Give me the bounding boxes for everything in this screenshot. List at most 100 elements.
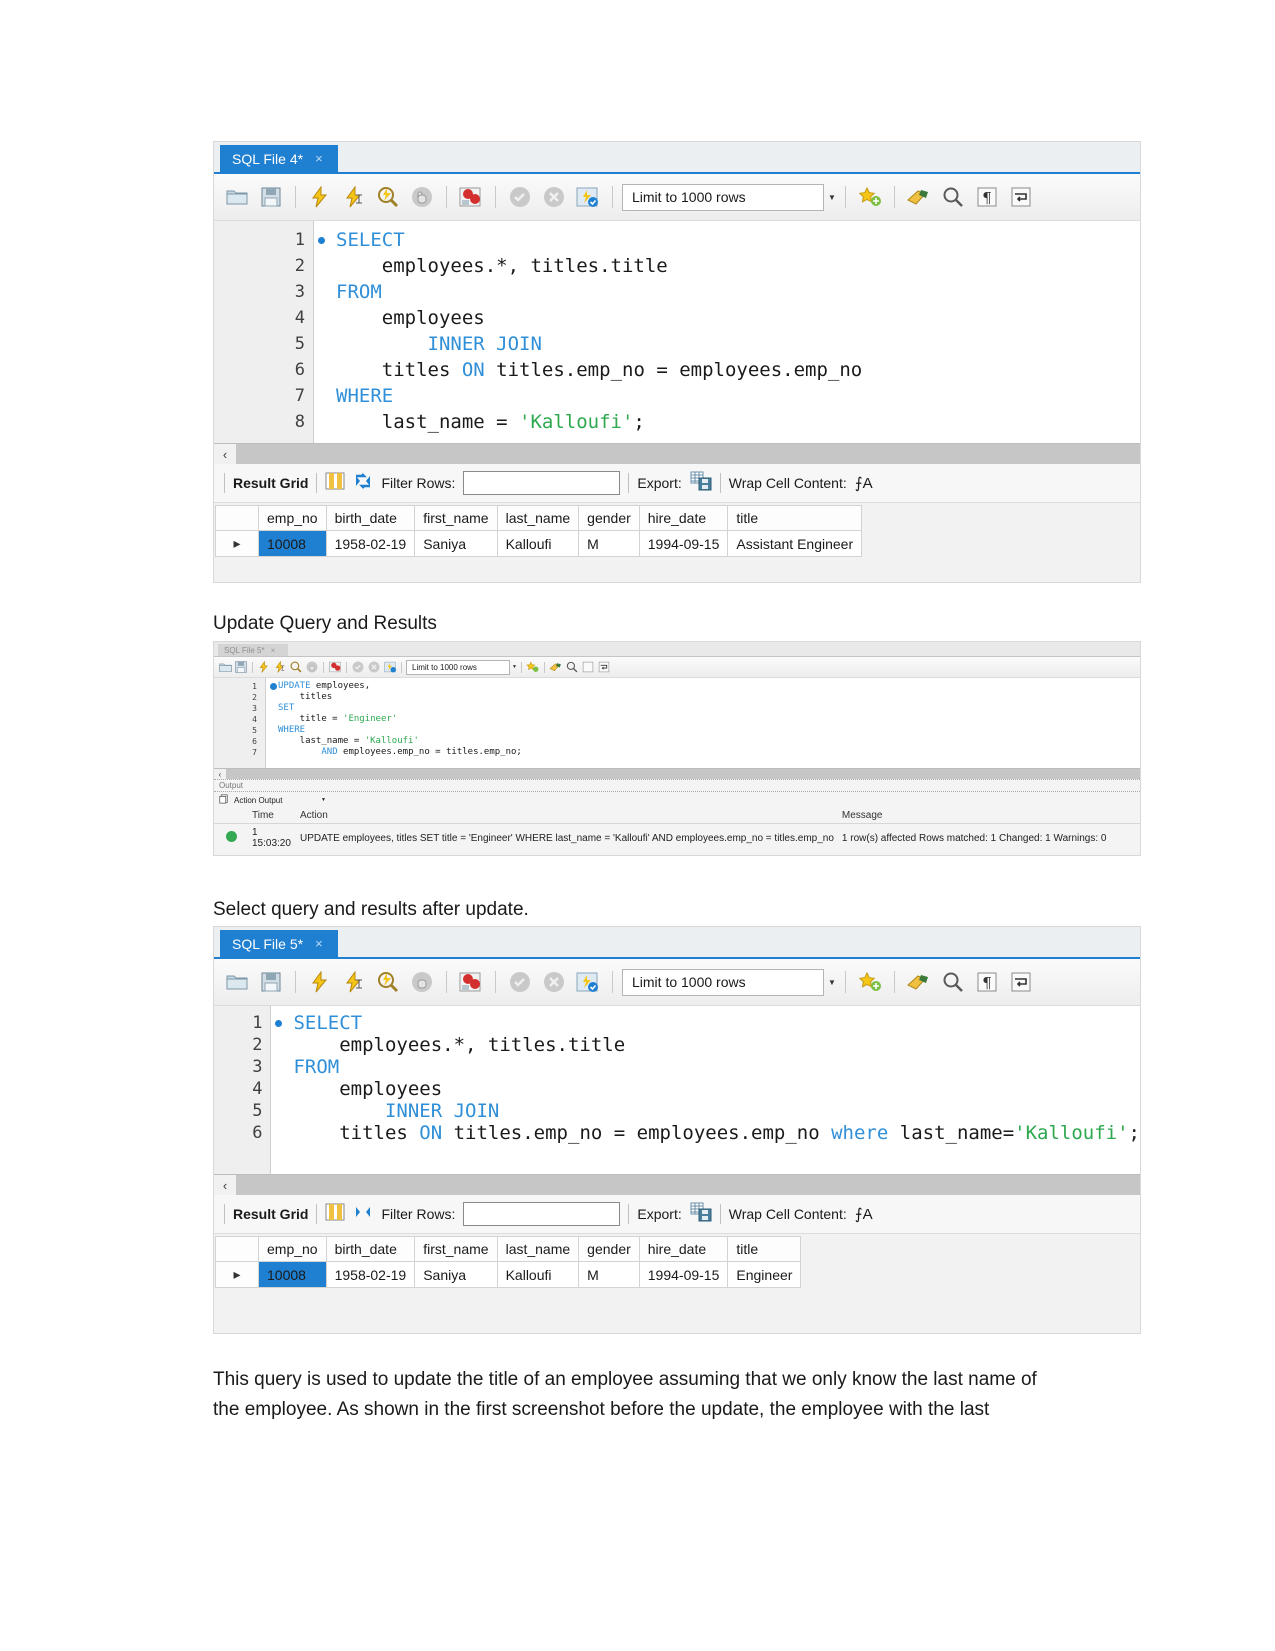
grid-view-icon[interactable] (325, 1203, 345, 1226)
grid-view-icon[interactable] (325, 472, 345, 495)
auto-commit-icon[interactable] (573, 182, 603, 212)
table-cell[interactable]: M (578, 530, 640, 557)
tab-sql-file-5[interactable]: SQL File 5* × (220, 930, 338, 957)
row-limit-dropdown[interactable]: Limit to 1000 rows (622, 968, 824, 996)
code-line[interactable]: SET (278, 703, 1140, 714)
column-header[interactable]: title (727, 505, 863, 531)
search-icon[interactable] (938, 967, 968, 997)
close-icon[interactable]: × (315, 151, 323, 166)
clear-icon[interactable] (904, 967, 934, 997)
table-cell[interactable]: 1958-02-19 (325, 1261, 416, 1288)
clear-icon[interactable] (904, 182, 934, 212)
chevron-down-icon[interactable]: ▼ (828, 978, 836, 987)
column-header[interactable]: birth_date (325, 505, 416, 531)
column-header[interactable]: gender (578, 505, 640, 531)
output-column-header[interactable]: Time (248, 808, 296, 824)
explain-icon[interactable] (373, 182, 403, 212)
close-icon[interactable]: × (315, 936, 323, 951)
scroll-left-icon[interactable]: ‹ (214, 444, 236, 464)
code-line[interactable]: employees.*, titles.title (293, 1034, 1140, 1056)
tab-sql-file-4[interactable]: SQL File 4* × (220, 145, 338, 172)
export-icon[interactable] (690, 1202, 712, 1227)
code-line[interactable]: titles ON titles.emp_no = employees.emp_… (336, 357, 1140, 383)
clear-icon[interactable] (549, 660, 563, 674)
rollback-icon[interactable] (539, 967, 569, 997)
scrollbar-track[interactable] (226, 769, 1140, 779)
editor-horizontal-scrollbar-3[interactable]: ‹ (214, 1174, 1140, 1195)
column-header[interactable]: emp_no (258, 1236, 327, 1262)
save-icon[interactable] (256, 967, 286, 997)
code-line[interactable]: last_name = 'Kalloufi' (278, 736, 1140, 747)
code-line[interactable]: employees (293, 1078, 1140, 1100)
table-row[interactable]: ▸ 10008 1958-02-19 Saniya Kalloufi M 1994-09-1… (215, 1261, 802, 1288)
column-header[interactable]: last_name (496, 505, 580, 531)
table-cell[interactable]: M (578, 1261, 640, 1288)
code-line[interactable]: AND employees.emp_no = titles.emp_no; (278, 747, 1140, 758)
column-header[interactable]: first_name (414, 1236, 498, 1262)
code-line[interactable]: FROM (336, 279, 1140, 305)
column-header[interactable]: last_name (496, 1236, 580, 1262)
column-header[interactable]: gender (578, 1236, 640, 1262)
code-line[interactable]: titles ON titles.emp_no = employees.emp_… (293, 1122, 1140, 1144)
wrap-cell-content-icon[interactable]: ⨍A (855, 474, 873, 492)
column-header[interactable]: first_name (414, 505, 498, 531)
code-line[interactable]: UPDATE employees, (278, 681, 1140, 692)
execute-icon[interactable] (305, 182, 335, 212)
table-cell[interactable]: Saniya (414, 530, 498, 557)
output-column-header[interactable]: Action (296, 808, 838, 824)
chevron-down-icon[interactable]: ▼ (512, 664, 517, 670)
scrollbar-track[interactable] (236, 444, 1140, 464)
table-cell[interactable]: 1994-09-15 (638, 1261, 729, 1288)
execute-icon[interactable] (305, 967, 335, 997)
beautify-icon[interactable] (526, 660, 540, 674)
search-icon[interactable] (565, 660, 579, 674)
save-icon[interactable] (234, 660, 248, 674)
code-line[interactable]: WHERE (336, 383, 1140, 409)
chevron-down-icon[interactable]: ▼ (828, 193, 836, 202)
sql-editor-1[interactable]: 1 2 3 4 5 6 7 8 SELECT employees.*, titles.titl… (214, 221, 1140, 443)
table-cell[interactable]: 1994-09-15 (638, 530, 729, 557)
table-cell[interactable]: 1958-02-19 (325, 530, 416, 557)
code-line[interactable]: employees (336, 305, 1140, 331)
chevron-down-icon[interactable]: ▼ (321, 797, 326, 803)
execute-current-statement-icon[interactable] (339, 182, 369, 212)
table-cell[interactable]: Engineer (727, 1261, 802, 1288)
refresh-icon[interactable] (353, 472, 373, 495)
code-line[interactable]: WHERE (278, 725, 1140, 736)
editor-horizontal-scrollbar-1[interactable]: ‹ (214, 443, 1140, 464)
save-icon[interactable] (256, 182, 286, 212)
sql-editor-3[interactable]: 123456 SELECT employees.*, titles.title F… (214, 1006, 1140, 1174)
auto-commit-icon[interactable] (573, 967, 603, 997)
sql-code-3[interactable]: SELECT employees.*, titles.title FROM emp… (271, 1006, 1140, 1174)
sql-code-2[interactable]: UPDATE employees, titles SET title = 'Eng… (266, 678, 1140, 768)
table-cell[interactable]: Kalloufi (496, 1261, 580, 1288)
code-line[interactable]: titles (278, 692, 1140, 703)
output-column-header[interactable]: Message (837, 808, 1140, 824)
open-folder-icon[interactable] (222, 182, 252, 212)
output-type-dropdown[interactable]: Action Output ▼ (234, 796, 326, 805)
output-column-header[interactable] (214, 808, 248, 824)
execute-current-statement-icon[interactable] (273, 660, 287, 674)
commit-icon[interactable] (505, 967, 535, 997)
result-grid-table-1[interactable]: emp_no birth_date first_name last_name gende… (215, 505, 863, 557)
rollback-icon[interactable] (367, 660, 381, 674)
action-output-table[interactable]: Time Action Message 1 15:03:20 UPDATE employ… (214, 808, 1140, 852)
invisible-characters-icon[interactable]: ¶ (972, 182, 1002, 212)
execute-current-statement-icon[interactable] (339, 967, 369, 997)
auto-commit-icon[interactable] (383, 660, 397, 674)
toggle-breakpoint-icon[interactable] (456, 967, 486, 997)
table-cell[interactable]: 10008 (258, 1261, 327, 1288)
filter-rows-input[interactable] (463, 471, 621, 495)
stop-icon[interactable] (305, 660, 319, 674)
scroll-left-icon[interactable]: ‹ (214, 1175, 236, 1195)
scroll-left-icon[interactable]: ‹ (214, 769, 226, 779)
column-header[interactable]: title (727, 1236, 802, 1262)
execute-icon[interactable] (257, 660, 271, 674)
explain-icon[interactable] (289, 660, 303, 674)
column-header[interactable]: birth_date (325, 1236, 416, 1262)
code-line[interactable]: INNER JOIN (336, 331, 1140, 357)
beautify-icon[interactable] (855, 182, 885, 212)
row-limit-dropdown[interactable]: Limit to 1000 rows (622, 183, 824, 211)
result-grid-table-3[interactable]: emp_no birth_date first_name last_name gende… (215, 1236, 802, 1288)
column-header[interactable]: hire_date (638, 1236, 729, 1262)
